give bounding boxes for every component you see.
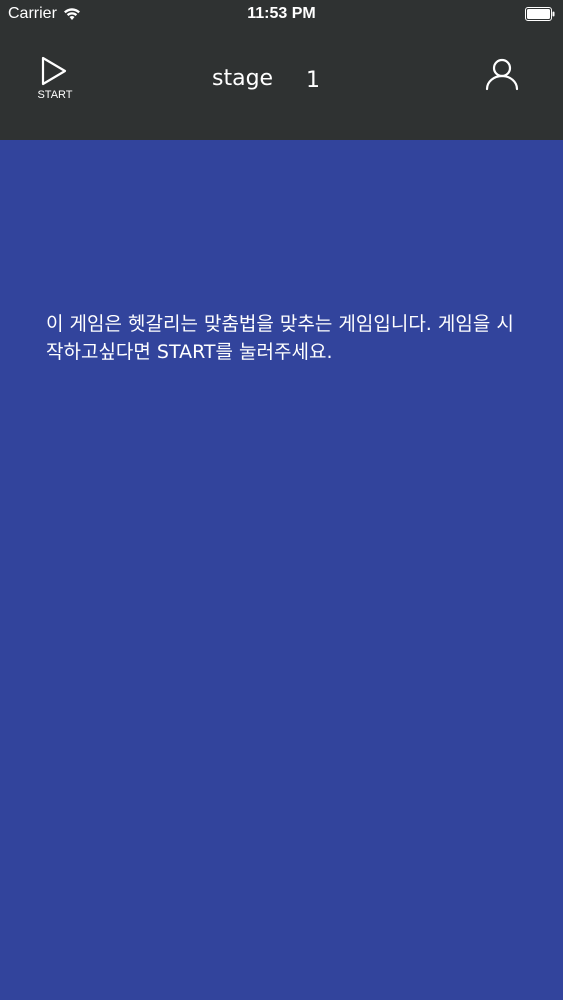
navigation-bar: START stage 1 bbox=[0, 30, 563, 140]
user-icon bbox=[485, 58, 519, 91]
stage-label: stage bbox=[212, 66, 274, 91]
user-button[interactable] bbox=[484, 58, 520, 94]
status-time: 11:53 PM bbox=[247, 5, 316, 22]
game-description: 이 게임은 헷갈리는 맞춤법을 맞추는 게임입니다. 게임을 시작하고싶다면 S… bbox=[46, 313, 514, 363]
stage-number: 1 bbox=[306, 68, 320, 93]
start-button-label: START bbox=[37, 89, 73, 101]
status-bar: Carrier 11:53 PM bbox=[0, 0, 563, 30]
main-content: 이 게임은 헷갈리는 맞춤법을 맞추는 게임입니다. 게임을 시작하고싶다면 S… bbox=[0, 140, 563, 1000]
battery-icon bbox=[525, 7, 555, 21]
play-icon bbox=[41, 56, 67, 86]
start-button[interactable]: START bbox=[30, 56, 80, 108]
